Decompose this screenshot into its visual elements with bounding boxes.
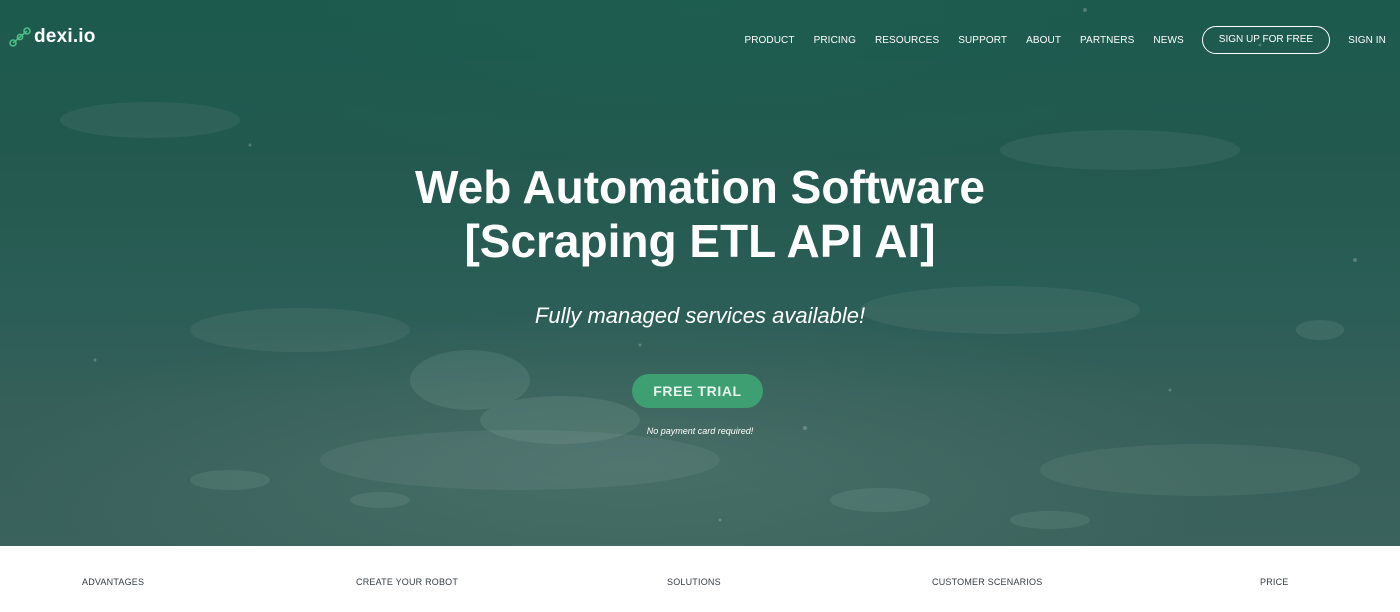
section-link-solutions[interactable]: SOLUTIONS bbox=[667, 577, 721, 587]
logo-text: dexi.io bbox=[34, 26, 96, 47]
section-link-customer-scenarios[interactable]: CUSTOMER SCENARIOS bbox=[932, 577, 1042, 587]
no-payment-note: No payment card required! bbox=[646, 426, 754, 436]
sign-up-button[interactable]: SIGN UP FOR FREE bbox=[1201, 26, 1331, 54]
hero-title-line-2: [Scraping ETL API AI] bbox=[464, 215, 936, 267]
logo-link[interactable]: dexi.io bbox=[9, 26, 96, 48]
section-nav: ADVANTAGES CREATE YOUR ROBOT SOLUTIONS C… bbox=[0, 546, 1400, 612]
nav-item-product[interactable]: PRODUCT bbox=[744, 35, 794, 46]
hero-section: dexi.io PRODUCT PRICING RESOURCES SUPPOR… bbox=[0, 0, 1400, 546]
water-splash-background bbox=[60, 8, 1360, 529]
nav-item-resources[interactable]: RESOURCES bbox=[875, 35, 939, 46]
section-link-advantages[interactable]: ADVANTAGES bbox=[82, 577, 144, 587]
nav-item-news[interactable]: NEWS bbox=[1153, 35, 1183, 46]
nav-item-support[interactable]: SUPPORT bbox=[958, 35, 1007, 46]
main-nav: PRODUCT PRICING RESOURCES SUPPORT ABOUT … bbox=[744, 26, 1386, 54]
node-link-icon bbox=[9, 27, 31, 47]
hero-title-line-1: Web Automation Software bbox=[415, 161, 985, 213]
hero-subtitle: Fully managed services available! bbox=[534, 303, 866, 328]
top-navigation-bar: dexi.io PRODUCT PRICING RESOURCES SUPPOR… bbox=[0, 0, 1400, 80]
section-link-create-robot[interactable]: CREATE YOUR ROBOT bbox=[356, 577, 458, 587]
section-link-price[interactable]: PRICE bbox=[1260, 577, 1289, 587]
hero-title: Web Automation Software [Scraping ETL AP… bbox=[0, 160, 1400, 268]
sign-in-link[interactable]: SIGN IN bbox=[1348, 35, 1386, 46]
free-trial-button[interactable]: FREE TRIAL bbox=[632, 374, 763, 408]
nav-item-partners[interactable]: PARTNERS bbox=[1080, 35, 1134, 46]
nav-item-pricing[interactable]: PRICING bbox=[814, 35, 856, 46]
nav-item-about[interactable]: ABOUT bbox=[1026, 35, 1061, 46]
